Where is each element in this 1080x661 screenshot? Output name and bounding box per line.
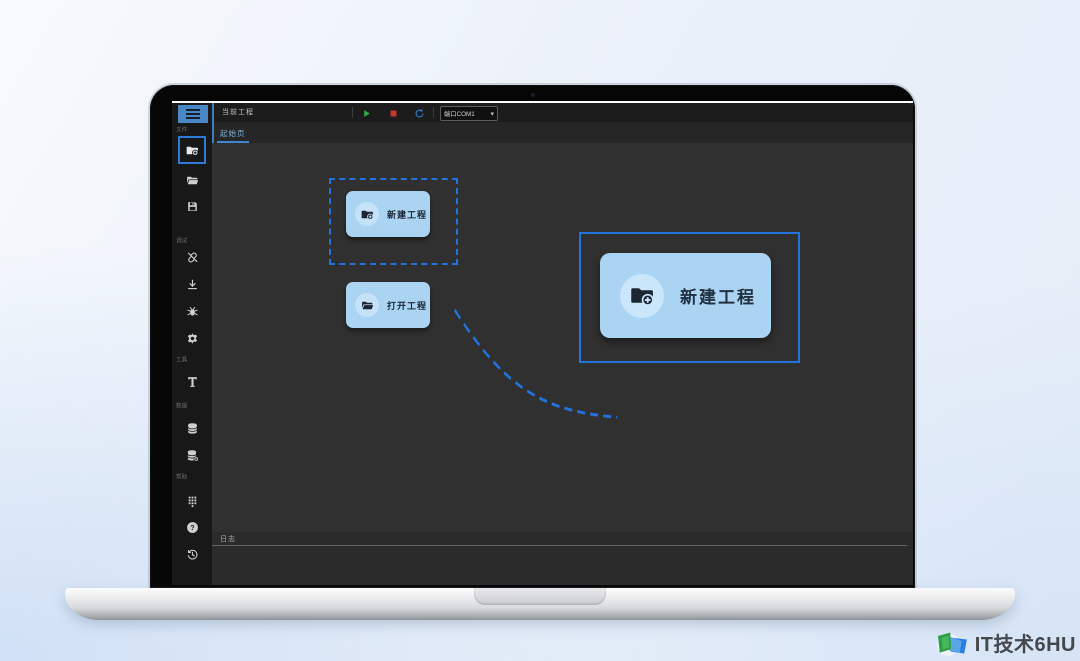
page-background: 文件 调试 工具 数据 帮助 ? 当前工程 端口COM1 ▾ 起始页 新建工程 … xyxy=(0,0,1080,661)
open-project-button[interactable]: 打开工程 xyxy=(346,282,430,328)
zoom-callout-frame: 新建工程 xyxy=(579,232,800,363)
sidebar-item-new-project[interactable] xyxy=(178,136,206,164)
zoom-connector-line xyxy=(453,308,618,419)
sidebar-section-label-tools: 工具 xyxy=(176,357,188,364)
port-select-value: 端口COM1 xyxy=(444,110,475,118)
toolbar-divider xyxy=(433,107,434,118)
toolbar: 当前工程 端口COM1 ▾ xyxy=(212,103,913,122)
laptop-screen-bezel: 文件 调试 工具 数据 帮助 ? 当前工程 端口COM1 ▾ 起始页 新建工程 … xyxy=(150,85,915,588)
sidebar-section-label-help: 帮助 xyxy=(176,474,188,481)
log-panel: 日志 xyxy=(212,532,913,585)
sidebar-item-save[interactable] xyxy=(172,196,212,216)
gear-icon xyxy=(186,332,199,345)
sidebar: 文件 调试 工具 数据 帮助 ? xyxy=(172,103,212,585)
toolbar-divider xyxy=(352,107,353,118)
sidebar-section-label-data: 数据 xyxy=(176,403,188,410)
sidebar-section-label-files: 文件 xyxy=(176,127,188,134)
sidebar-item-download[interactable] xyxy=(172,274,212,294)
sidebar-item-keypad[interactable] xyxy=(172,491,212,511)
start-page-canvas: 新建工程 打开工程 新建工程 xyxy=(212,143,913,532)
link-slash-icon xyxy=(186,251,199,264)
tab-start-page[interactable]: 起始页 xyxy=(217,125,249,143)
main-column: 当前工程 端口COM1 ▾ 起始页 新建工程 打开工程 新建工程 日志 xyxy=(212,103,913,585)
log-panel-divider xyxy=(212,545,907,546)
sidebar-item-help[interactable]: ? xyxy=(172,517,212,537)
sidebar-item-database[interactable] xyxy=(172,418,212,438)
folder-plus-icon xyxy=(620,273,664,318)
help-icon: ? xyxy=(186,521,199,534)
grid-icon xyxy=(186,495,199,508)
folder-open-icon xyxy=(186,174,199,187)
sidebar-section-label-debug: 调试 xyxy=(176,238,188,245)
laptop-notch xyxy=(474,588,606,605)
download-icon xyxy=(186,278,199,291)
callout-new-project-button: 新建工程 xyxy=(600,253,771,338)
current-project-label: 当前工程 xyxy=(222,109,254,116)
folder-plus-icon xyxy=(355,202,379,226)
save-icon xyxy=(186,200,199,213)
book-logo-icon xyxy=(936,632,967,656)
run-button[interactable] xyxy=(360,107,372,119)
sidebar-item-disconnect[interactable] xyxy=(172,247,212,267)
laptop-display: 文件 调试 工具 数据 帮助 ? 当前工程 端口COM1 ▾ 起始页 新建工程 … xyxy=(172,101,913,585)
svg-text:?: ? xyxy=(190,523,195,532)
folder-open-icon xyxy=(355,293,379,317)
laptop-base xyxy=(65,588,1015,620)
open-project-button-label: 打开工程 xyxy=(387,300,428,311)
watermark: IT技术6HU xyxy=(934,628,1076,657)
sidebar-item-settings[interactable] xyxy=(172,328,212,348)
database-icon xyxy=(186,422,199,435)
log-panel-title: 日志 xyxy=(220,536,236,543)
new-project-button[interactable]: 新建工程 xyxy=(346,191,430,237)
stop-icon xyxy=(388,108,399,119)
active-panel-accent xyxy=(212,103,214,143)
sidebar-item-database-add[interactable] xyxy=(172,445,212,465)
sidebar-item-text-tool[interactable] xyxy=(172,371,212,391)
hamburger-menu-button[interactable] xyxy=(178,105,208,123)
tab-bar: 起始页 xyxy=(212,122,913,143)
play-icon xyxy=(361,108,372,119)
sidebar-item-debug[interactable] xyxy=(172,301,212,321)
new-project-button-label: 新建工程 xyxy=(387,209,428,220)
stop-button[interactable] xyxy=(387,107,399,119)
sidebar-item-open-project[interactable] xyxy=(172,170,212,190)
restart-button[interactable] xyxy=(413,107,425,119)
restart-icon xyxy=(414,108,425,119)
folder-plus-icon xyxy=(186,144,199,157)
callout-button-label: 新建工程 xyxy=(680,288,756,307)
bug-icon xyxy=(186,305,199,318)
database-plus-icon xyxy=(186,449,199,462)
chevron-down-icon: ▾ xyxy=(490,110,494,118)
sidebar-item-history[interactable] xyxy=(172,544,212,564)
webcam-dot xyxy=(530,93,535,97)
port-select-dropdown[interactable]: 端口COM1 ▾ xyxy=(440,106,498,121)
text-icon xyxy=(186,375,199,388)
history-icon xyxy=(186,548,199,561)
watermark-text: IT技术6HU xyxy=(974,634,1076,656)
